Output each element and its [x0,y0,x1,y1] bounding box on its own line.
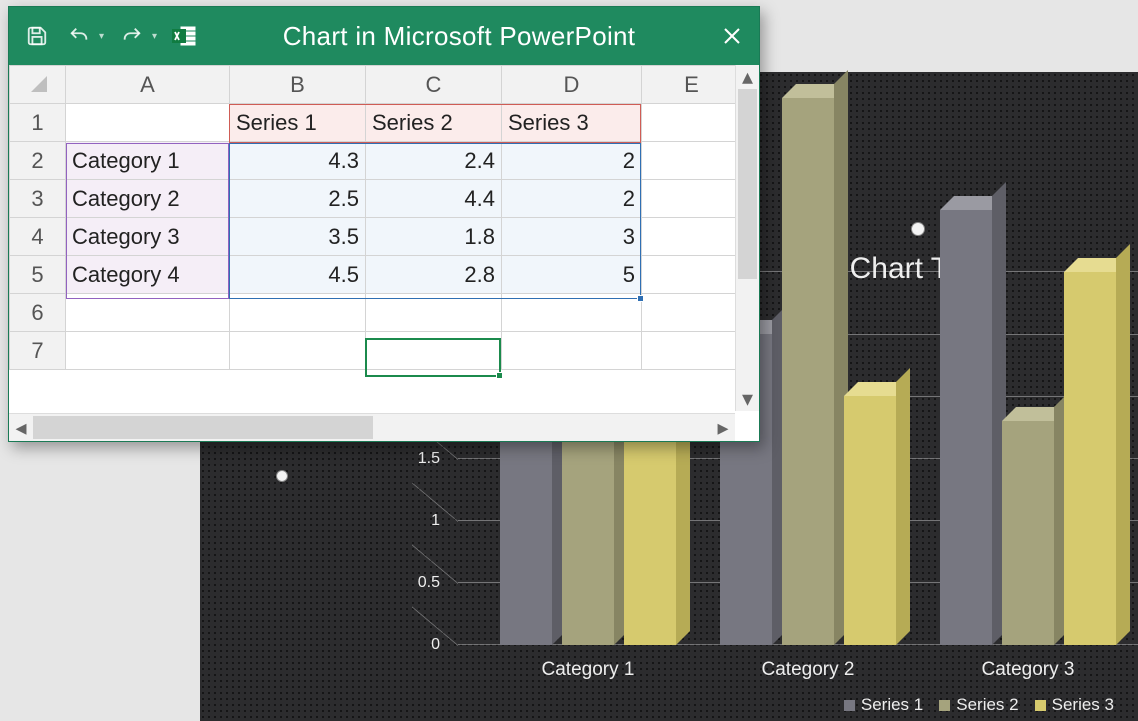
scroll-up-icon[interactable]: ▴ [736,65,759,89]
cell-B4[interactable]: 3.5 [230,218,366,256]
legend-swatch-1 [844,700,855,711]
row-header-1[interactable]: 1 [10,104,66,142]
bar-Series1-cat2[interactable] [940,210,992,645]
legend-label-1: Series 1 [861,695,923,714]
vertical-scroll-thumb[interactable] [738,89,757,279]
y-tick-3: 1.5 [380,450,440,468]
cell-D3[interactable]: 2 [502,180,642,218]
scroll-right-icon[interactable]: ▸ [711,415,735,441]
excel-sheet[interactable]: A B C D E 1 Series 1 Series 2 Series 3 2… [9,65,759,441]
vertical-scrollbar[interactable]: ▴ ▾ [735,65,759,411]
cell-A2[interactable]: Category 1 [66,142,230,180]
col-header-C[interactable]: C [366,66,502,104]
close-button[interactable] [719,23,745,49]
y-tick-2: 1 [380,512,440,530]
bar-group-2[interactable] [918,272,1138,645]
cell-C2[interactable]: 2.4 [366,142,502,180]
cell-D2[interactable]: 2 [502,142,642,180]
selection-handle-top[interactable] [911,222,925,236]
cell-D1[interactable]: Series 3 [502,104,642,142]
legend-label-2: Series 2 [956,695,1018,714]
legend-item-1[interactable]: Series 1 [844,695,923,715]
row-header-7[interactable]: 7 [10,332,66,370]
row-header-4[interactable]: 4 [10,218,66,256]
cell-E2[interactable] [642,142,742,180]
scroll-left-icon[interactable]: ◂ [9,415,33,441]
col-header-E[interactable]: E [642,66,742,104]
cell-D7[interactable] [502,332,642,370]
cell-A3[interactable]: Category 2 [66,180,230,218]
bar-Series3-cat2[interactable] [1064,272,1116,645]
selection-handle-left[interactable] [276,470,288,482]
row-header-5[interactable]: 5 [10,256,66,294]
excel-grid[interactable]: A B C D E 1 Series 1 Series 2 Series 3 2… [9,65,742,370]
cell-C7[interactable] [366,332,502,370]
legend-label-3: Series 3 [1052,695,1114,714]
chart-legend[interactable]: Series 1 Series 2 Series 3 [844,695,1114,715]
excel-chart-data-window[interactable]: ▾ ▾ Chart in Microsoft PowerPoint A B C [8,6,760,442]
col-header-D[interactable]: D [502,66,642,104]
cell-C5[interactable]: 2.8 [366,256,502,294]
bar-Series3-cat1[interactable] [844,396,896,645]
col-header-B[interactable]: B [230,66,366,104]
cell-C1[interactable]: Series 2 [366,104,502,142]
legend-swatch-3 [1035,700,1046,711]
excel-window-title: Chart in Microsoft PowerPoint [213,21,705,52]
cell-B5[interactable]: 4.5 [230,256,366,294]
cell-E1[interactable] [642,104,742,142]
y-tick-1: 0.5 [380,574,440,592]
cell-B6[interactable] [230,294,366,332]
cell-B7[interactable] [230,332,366,370]
horizontal-scroll-thumb[interactable] [33,416,373,439]
cell-A5[interactable]: Category 4 [66,256,230,294]
redo-dropdown-icon[interactable]: ▾ [152,31,157,42]
row-header-6[interactable]: 6 [10,294,66,332]
cell-B3[interactable]: 2.5 [230,180,366,218]
legend-item-2[interactable]: Series 2 [939,695,1018,715]
redo-icon[interactable] [118,22,146,50]
cell-E3[interactable] [642,180,742,218]
select-all-corner[interactable] [10,66,66,104]
cell-C3[interactable]: 4.4 [366,180,502,218]
undo-icon[interactable] [65,22,93,50]
cell-E7[interactable] [642,332,742,370]
row-header-3[interactable]: 3 [10,180,66,218]
cell-A4[interactable]: Category 3 [66,218,230,256]
fill-handle[interactable] [496,372,503,379]
bar-Series2-cat1[interactable] [782,98,834,645]
excel-titlebar[interactable]: ▾ ▾ Chart in Microsoft PowerPoint [9,7,759,65]
horizontal-scrollbar[interactable]: ◂ ▸ [9,413,735,441]
y-tick-0: 0 [380,636,440,654]
cell-B1[interactable]: Series 1 [230,104,366,142]
col-header-A[interactable]: A [66,66,230,104]
cell-B2[interactable]: 4.3 [230,142,366,180]
excel-app-icon [171,22,199,50]
cat-label-1: Category 2 [698,659,918,685]
cell-E5[interactable] [642,256,742,294]
cell-E4[interactable] [642,218,742,256]
cell-D5[interactable]: 5 [502,256,642,294]
undo-dropdown-icon[interactable]: ▾ [99,31,104,42]
cell-D6[interactable] [502,294,642,332]
cell-E6[interactable] [642,294,742,332]
legend-swatch-2 [939,700,950,711]
save-icon[interactable] [23,22,51,50]
cell-C4[interactable]: 1.8 [366,218,502,256]
cell-D4[interactable]: 3 [502,218,642,256]
scroll-down-icon[interactable]: ▾ [736,387,759,411]
cell-C6[interactable] [366,294,502,332]
row-header-2[interactable]: 2 [10,142,66,180]
chart-category-labels: Category 1 Category 2 Category 3 [478,659,1138,685]
cell-A1[interactable] [66,104,230,142]
cat-label-2: Category 3 [918,659,1138,685]
bar-Series2-cat2[interactable] [1002,421,1054,645]
cell-A7[interactable] [66,332,230,370]
legend-item-3[interactable]: Series 3 [1035,695,1114,715]
cat-label-0: Category 1 [478,659,698,685]
cell-A6[interactable] [66,294,230,332]
